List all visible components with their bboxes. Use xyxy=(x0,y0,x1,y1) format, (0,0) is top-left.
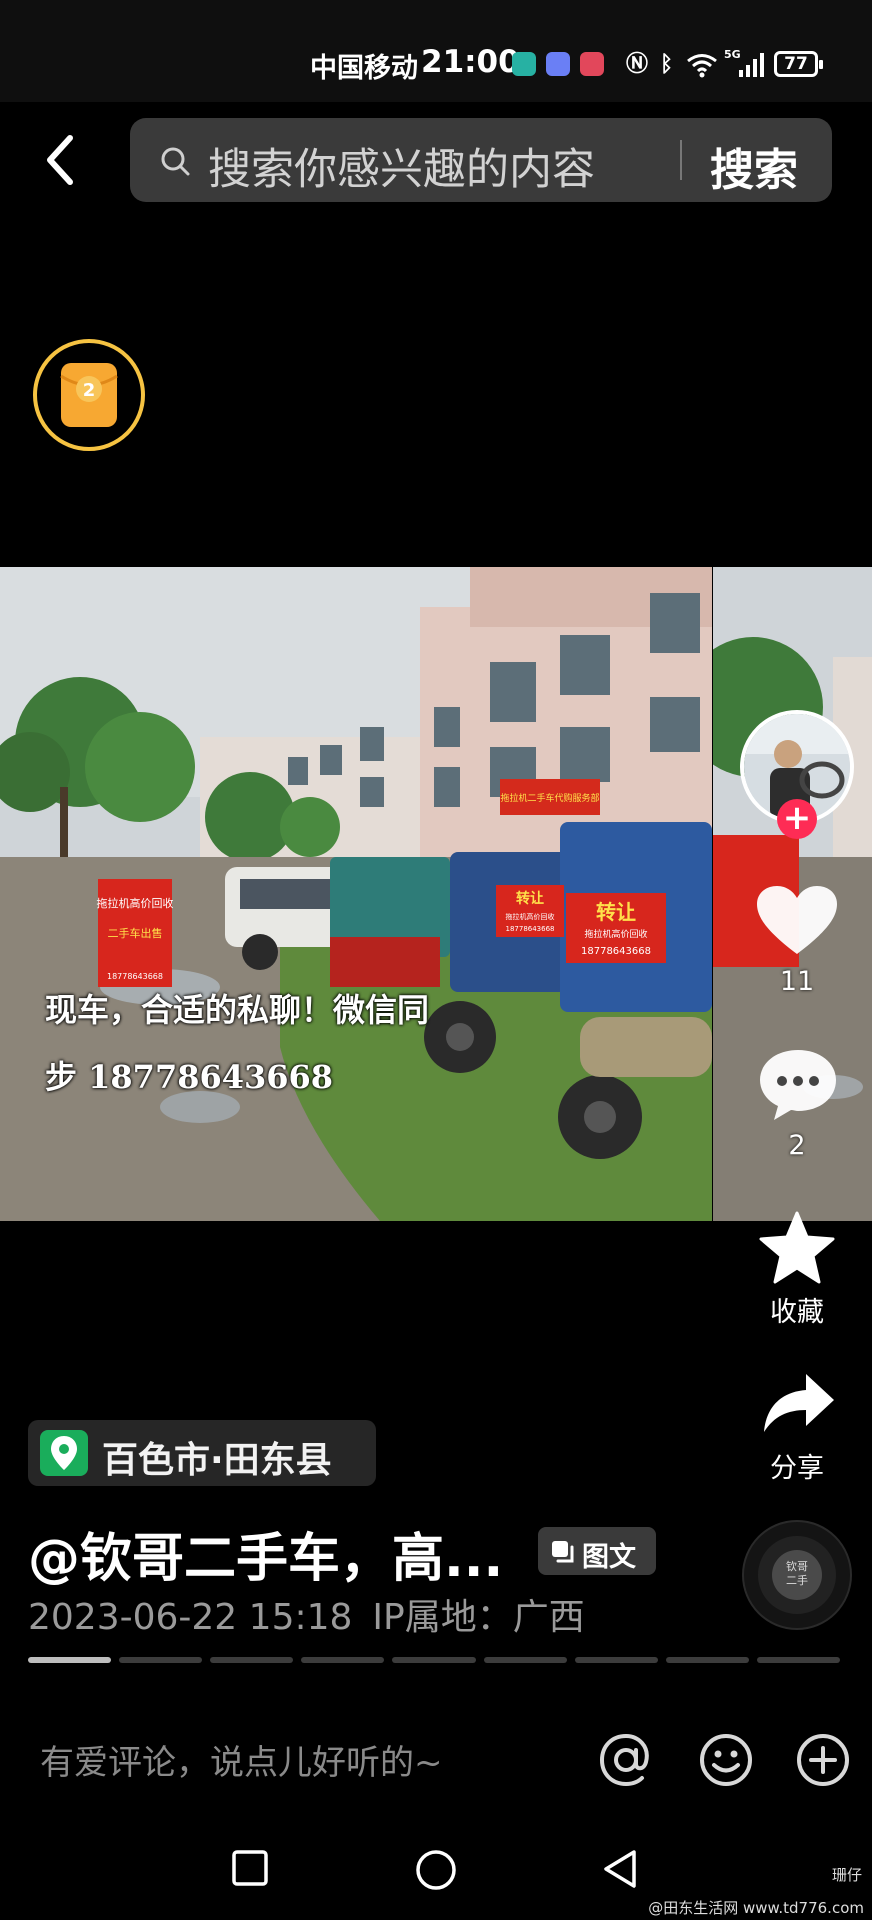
sign-mid-title: 转让 xyxy=(516,890,544,907)
emoji-icon[interactable] xyxy=(698,1732,754,1788)
sign-big-phone: 18778643668 xyxy=(581,946,651,957)
post-image[interactable]: 拖拉机二手车代购服务部 拖拉机高价回收 二手车出售 18778643668 转让… xyxy=(0,567,712,1221)
status-bar: 中国移动 21:00 Ⓝ ᛒ 5G 77 xyxy=(0,0,872,102)
like-count: 11 xyxy=(779,966,815,997)
signal-icon xyxy=(739,53,764,77)
location-text: 百色市·田东县 xyxy=(102,1440,332,1481)
sign-left-text2: 二手车出售 xyxy=(108,926,163,940)
favorite-star-icon[interactable] xyxy=(758,1210,836,1284)
image-text-icon xyxy=(552,1541,574,1563)
search-icon xyxy=(161,147,190,176)
image-progress-bar xyxy=(28,1657,840,1663)
add-plus-icon[interactable] xyxy=(795,1732,851,1788)
location-pin-icon xyxy=(40,1430,88,1476)
post-caption-line2: 步 18778643668 xyxy=(45,1058,334,1096)
post-meta: 2023-06-22 15:18 IP属地：广西 xyxy=(28,1588,585,1640)
search-divider xyxy=(680,140,682,180)
share-arrow-icon[interactable] xyxy=(762,1372,836,1434)
progress-segment xyxy=(210,1657,294,1663)
post-date: 2023-06-22 15:18 xyxy=(28,1597,353,1638)
carrier-name: 中国移动 xyxy=(310,53,418,84)
post-caption-line1: 现车，合适的私聊！微信同 xyxy=(45,991,430,1029)
battery-level: 77 xyxy=(784,54,808,74)
search-bar[interactable]: 搜索你感兴趣的内容 搜索 xyxy=(130,118,832,202)
post-title[interactable]: @钦哥二手车，高... xyxy=(28,1516,503,1591)
share-label: 分享 xyxy=(770,1453,824,1484)
recent-apps-square-icon[interactable] xyxy=(230,1848,270,1888)
battery-indicator: 77 xyxy=(774,51,823,77)
sign-mid-sub: 拖拉机高价回收 xyxy=(506,912,555,921)
home-app-icon xyxy=(512,52,536,76)
progress-segment xyxy=(301,1657,385,1663)
progress-segment xyxy=(119,1657,203,1663)
home-circle-icon[interactable] xyxy=(414,1848,458,1892)
progress-segment xyxy=(665,1657,749,1663)
comment-bubble-icon[interactable] xyxy=(758,1046,838,1122)
ip-location: IP属地：广西 xyxy=(372,1597,585,1638)
progress-segment xyxy=(28,1657,112,1663)
bluetooth-icon: ᛒ xyxy=(660,52,674,77)
back-triangle-icon[interactable] xyxy=(600,1848,640,1890)
red-packet-icon[interactable]: 2 xyxy=(30,336,148,454)
red-packet-count: 2 xyxy=(83,380,96,401)
watermark-author: 珊仔 xyxy=(831,1866,862,1884)
sign-mid-phone: 18778643668 xyxy=(506,925,555,933)
progress-segment xyxy=(483,1657,567,1663)
notes-app-icon xyxy=(580,52,604,76)
wifi-icon xyxy=(687,54,717,78)
post-photo: 拖拉机二手车代购服务部 拖拉机高价回收 二手车出售 18778643668 转让… xyxy=(0,567,712,1221)
nfc-icon: Ⓝ xyxy=(626,52,649,77)
sign-left-phone: 18778643668 xyxy=(107,972,163,981)
location-tag[interactable]: 百色市·田东县 xyxy=(28,1420,376,1486)
shop-sign-text: 拖拉机二手车代购服务部 xyxy=(500,792,599,804)
follow-button[interactable]: + xyxy=(777,799,817,839)
progress-segment xyxy=(756,1657,840,1663)
back-arrow-icon[interactable] xyxy=(36,132,88,188)
post-type-tag: 图文 xyxy=(538,1527,656,1575)
post-type-label: 图文 xyxy=(582,1542,636,1573)
clock: 21:00 xyxy=(421,44,520,80)
favorite-label: 收藏 xyxy=(770,1297,824,1328)
music-disc[interactable]: 钦哥 二手 xyxy=(744,1522,850,1628)
music-disc-cover: 钦哥 二手 xyxy=(772,1550,822,1600)
search-input[interactable]: 搜索你感兴趣的内容 xyxy=(208,135,595,197)
like-heart-icon[interactable] xyxy=(755,884,839,958)
comment-count: 2 xyxy=(788,1130,806,1161)
progress-segment xyxy=(574,1657,658,1663)
music-app-icon xyxy=(546,52,570,76)
sign-big-title: 转让 xyxy=(596,900,636,924)
watermark-site: @田东生活网 www.td776.com xyxy=(648,1899,864,1917)
sign-big-sub: 拖拉机高价回收 xyxy=(584,928,647,940)
progress-segment xyxy=(392,1657,476,1663)
comment-input[interactable]: 有爱评论，说点儿好听的~ xyxy=(40,1735,443,1784)
mention-at-icon[interactable] xyxy=(598,1732,654,1788)
search-button[interactable]: 搜索 xyxy=(710,134,798,198)
sign-left-text: 拖拉机高价回收 xyxy=(97,896,174,910)
